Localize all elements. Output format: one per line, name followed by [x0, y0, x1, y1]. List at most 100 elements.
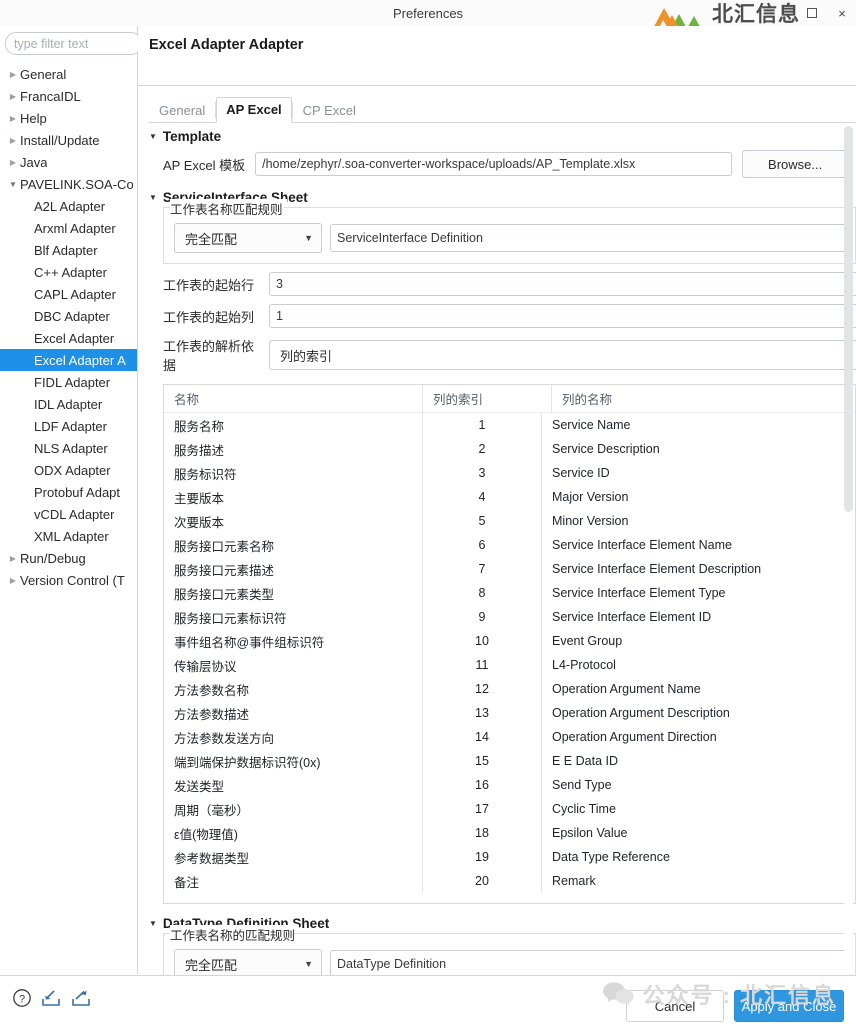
dialog-action-buttons: Cancel Apply and Close: [626, 990, 844, 1022]
chevron-down-icon[interactable]: ▼: [6, 180, 20, 189]
chevron-right-icon[interactable]: ▶: [6, 158, 20, 167]
sidebar-item-label: LDF Adapter: [34, 418, 107, 434]
window-controls: ×: [804, 0, 850, 26]
tab-bar: General AP Excel CP Excel: [149, 96, 366, 123]
column-mapping-table[interactable]: 名称 列的索引 列的名称 服务名称 1 Service Name 服务描述 2 Service…: [163, 384, 856, 904]
sidebar-item-excel-adapter[interactable]: Excel Adapter: [0, 327, 137, 349]
table-cell: 3: [423, 461, 542, 485]
sidebar-item-arxml-adapter[interactable]: Arxml Adapter: [0, 217, 137, 239]
apply-and-close-button[interactable]: Apply and Close: [734, 990, 844, 1022]
browse-button[interactable]: Browse...: [742, 150, 849, 178]
table-row[interactable]: 服务名称 1 Service Name: [164, 413, 855, 437]
sidebar-item-java[interactable]: ▶ Java: [0, 151, 137, 173]
tab-ap-excel[interactable]: AP Excel: [216, 97, 292, 123]
sidebar-item-help[interactable]: ▶ Help: [0, 107, 137, 129]
start-row-input[interactable]: 3: [269, 272, 856, 296]
table-row[interactable]: 周期（毫秒） 17 Cyclic Time: [164, 797, 855, 821]
table-row[interactable]: ε值(物理值) 18 Epsilon Value: [164, 821, 855, 845]
search-input[interactable]: type filter text: [5, 32, 142, 55]
chevron-right-icon[interactable]: ▶: [6, 70, 20, 79]
table-row[interactable]: 方法参数发送方向 14 Operation Argument Direction: [164, 725, 855, 749]
scrollbar-thumb[interactable]: [844, 126, 853, 512]
table-row[interactable]: 服务接口元素标识符 9 Service Interface Element ID: [164, 605, 855, 629]
close-icon[interactable]: ×: [834, 5, 850, 21]
sidebar-item-general[interactable]: ▶ General: [0, 63, 137, 85]
sheet-name-input[interactable]: ServiceInterface Definition: [330, 224, 847, 252]
sidebar-item-ldf-adapter[interactable]: LDF Adapter: [0, 415, 137, 437]
title-divider: [138, 85, 856, 86]
table-column-header[interactable]: 列的名称: [552, 385, 855, 412]
sidebar-item-excel-adapter-a[interactable]: Excel Adapter A: [0, 349, 137, 371]
sidebar-item-vcdl-adapter[interactable]: vCDL Adapter: [0, 503, 137, 525]
template-path-input[interactable]: /home/zephyr/.soa-converter-workspace/up…: [255, 152, 733, 176]
help-icon[interactable]: ?: [12, 988, 32, 1008]
table-row[interactable]: 传输层协议 11 L4-Protocol: [164, 653, 855, 677]
table-column-header[interactable]: 名称: [164, 385, 423, 412]
sidebar-item-install-update[interactable]: ▶ Install/Update: [0, 129, 137, 151]
sidebar-item-nls-adapter[interactable]: NLS Adapter: [0, 437, 137, 459]
table-row[interactable]: 参考数据类型 19 Data Type Reference: [164, 845, 855, 869]
table-row[interactable]: 方法参数描述 13 Operation Argument Description: [164, 701, 855, 725]
table-cell: 17: [423, 797, 542, 821]
content-scrollbar[interactable]: [844, 126, 853, 986]
settings-scroll-area[interactable]: ▼ Template AP Excel 模板 /home/zephyr/.soa…: [149, 123, 856, 1000]
chevron-right-icon[interactable]: ▶: [6, 136, 20, 145]
table-row[interactable]: 服务标识符 3 Service ID: [164, 461, 855, 485]
sidebar-item-fidl-adapter[interactable]: FIDL Adapter: [0, 371, 137, 393]
sidebar-item-odx-adapter[interactable]: ODX Adapter: [0, 459, 137, 481]
chevron-down-icon[interactable]: ▼: [149, 132, 157, 141]
table-row[interactable]: 发送类型 16 Send Type: [164, 773, 855, 797]
sidebar-item-version-control-t[interactable]: ▶ Version Control (T: [0, 569, 137, 591]
table-row[interactable]: 方法参数名称 12 Operation Argument Name: [164, 677, 855, 701]
chevron-right-icon[interactable]: ▶: [6, 114, 20, 123]
table-row[interactable]: 端到端保护数据标识符(0x) 15 E E Data ID: [164, 749, 855, 773]
chevron-down-icon[interactable]: ▼: [149, 193, 157, 202]
match-mode-select[interactable]: 完全匹配 ▼: [174, 223, 322, 253]
start-col-input[interactable]: 1: [269, 304, 856, 328]
export-icon[interactable]: [70, 988, 92, 1008]
sidebar-item-c-adapter[interactable]: C++ Adapter: [0, 261, 137, 283]
table-row[interactable]: 次要版本 5 Minor Version: [164, 509, 855, 533]
sidebar-item-capl-adapter[interactable]: CAPL Adapter: [0, 283, 137, 305]
table-column-header[interactable]: 列的索引: [423, 385, 552, 412]
sidebar-item-francaidl[interactable]: ▶ FrancaIDL: [0, 85, 137, 107]
table-row[interactable]: 备注 20 Remark: [164, 869, 855, 893]
table-cell: 服务接口元素类型: [164, 581, 423, 605]
table-row[interactable]: 事件组名称@事件组标识符 10 Event Group: [164, 629, 855, 653]
table-cell: 服务描述: [164, 437, 423, 461]
table-cell: 9: [423, 605, 542, 629]
sidebar-item-idl-adapter[interactable]: IDL Adapter: [0, 393, 137, 415]
table-row[interactable]: 服务接口元素名称 6 Service Interface Element Name: [164, 533, 855, 557]
sidebar-item-run-debug[interactable]: ▶ Run/Debug: [0, 547, 137, 569]
chevron-right-icon[interactable]: ▶: [6, 576, 20, 585]
cancel-button[interactable]: Cancel: [626, 990, 724, 1022]
table-cell: Operation Argument Description: [552, 706, 730, 720]
table-row[interactable]: 服务接口元素类型 8 Service Interface Element Type: [164, 581, 855, 605]
sidebar-item-dbc-adapter[interactable]: DBC Adapter: [0, 305, 137, 327]
sidebar-item-protobuf-adapt[interactable]: Protobuf Adapt: [0, 481, 137, 503]
table-row[interactable]: 服务描述 2 Service Description: [164, 437, 855, 461]
sidebar-item-a2l-adapter[interactable]: A2L Adapter: [0, 195, 137, 217]
table-row[interactable]: 主要版本 4 Major Version: [164, 485, 855, 509]
maximize-icon[interactable]: [804, 5, 820, 21]
import-icon[interactable]: [40, 988, 62, 1008]
chevron-right-icon[interactable]: ▶: [6, 92, 20, 101]
sidebar-item-label: Version Control (T: [20, 572, 125, 588]
table-cell: 备注: [164, 869, 423, 893]
parse-by-select[interactable]: 列的索引 ▼: [269, 340, 856, 370]
sidebar-item-label: CAPL Adapter: [34, 286, 116, 302]
sidebar-item-pavelink-soa-co[interactable]: ▼ PAVELINK.SOA-Co: [0, 173, 137, 195]
chevron-right-icon[interactable]: ▶: [6, 554, 20, 563]
section-header-template[interactable]: ▼ Template: [149, 129, 856, 144]
tab-cp-excel[interactable]: CP Excel: [293, 98, 366, 123]
start-row-label: 工作表的起始行: [163, 277, 255, 293]
template-file-label: AP Excel 模板: [163, 157, 246, 173]
sidebar-item-blf-adapter[interactable]: Blf Adapter: [0, 239, 137, 261]
datatype-sheet-name-input[interactable]: DataType Definition: [330, 950, 847, 978]
sidebar-item-xml-adapter[interactable]: XML Adapter: [0, 525, 137, 547]
table-cell: 4: [423, 485, 542, 509]
chevron-down-icon[interactable]: ▼: [149, 919, 157, 928]
tab-general[interactable]: General: [149, 98, 215, 123]
table-cell: 12: [423, 677, 542, 701]
table-row[interactable]: 服务接口元素描述 7 Service Interface Element Descr…: [164, 557, 855, 581]
